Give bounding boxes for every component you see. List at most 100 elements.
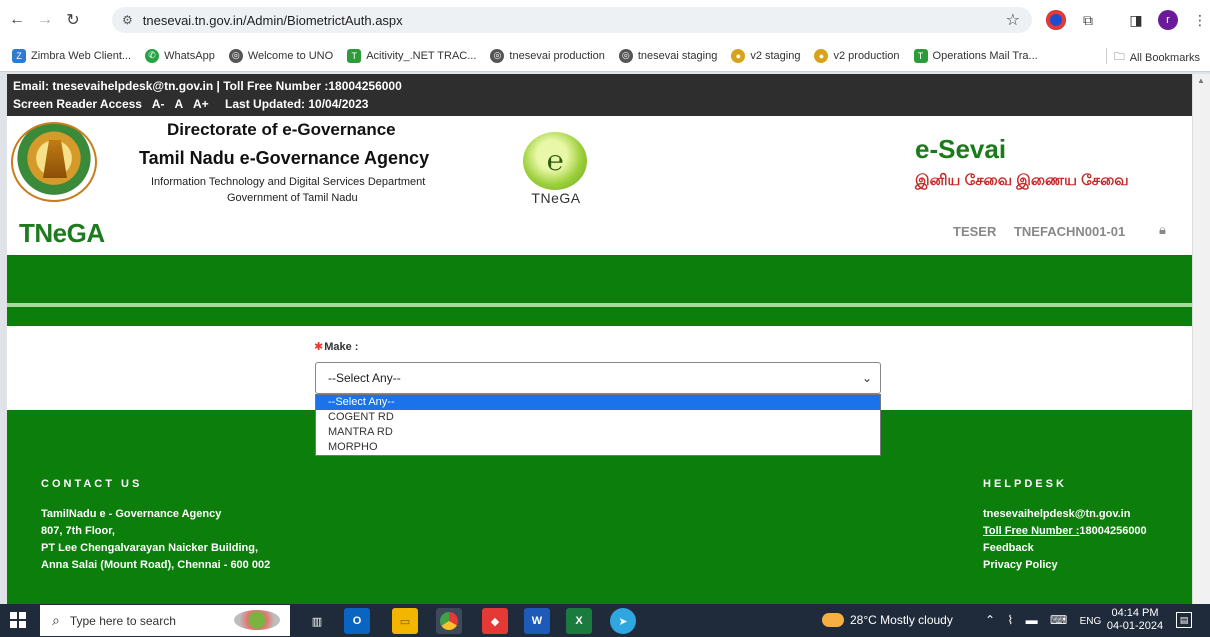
dropdown-option[interactable]: COGENT RD	[316, 410, 880, 425]
task-view-icon[interactable]: ▥	[304, 608, 330, 634]
bookmark-item[interactable]: ✆ WhatsApp	[145, 48, 215, 63]
tamil-tagline: இனிய சேவை இணைய சேவை	[915, 172, 1129, 189]
screen-reader-link[interactable]: Screen Reader Access	[13, 97, 142, 111]
bookmark-item[interactable]: ◎ tnesevai production	[490, 48, 605, 63]
keyboard-icon[interactable]: ⌨	[1050, 613, 1067, 627]
globe-icon: ◎	[618, 48, 633, 63]
dropdown-option[interactable]: MORPHO	[316, 440, 880, 455]
network-icon[interactable]: ⌇	[1007, 613, 1013, 627]
cloud-icon	[822, 613, 844, 627]
dropdown-option[interactable]: MANTRA RD	[316, 425, 880, 440]
make-select[interactable]: --Select Any-- ⌄	[315, 362, 881, 394]
tnega-brand[interactable]: TNeGA	[19, 218, 105, 249]
language-indicator[interactable]: ENG	[1080, 616, 1102, 627]
font-increase-button[interactable]: A+	[193, 97, 209, 111]
weather-text: 28°C Mostly cloudy	[850, 613, 953, 627]
windows-start-icon[interactable]	[10, 612, 26, 628]
bookmark-favicon: T	[913, 48, 928, 63]
scroll-up-arrow-icon[interactable]: ▲	[1197, 76, 1205, 85]
profile-avatar[interactable]: r	[1158, 10, 1178, 30]
bookmark-item[interactable]: ● v2 production	[814, 48, 900, 63]
font-normal-button[interactable]: A	[174, 97, 183, 111]
accessibility-row: Screen Reader Access A- A A+ Last Update…	[13, 95, 1186, 113]
tnega-logo-text: TNeGA	[531, 190, 581, 206]
government-name: Government of Tamil Nadu	[227, 192, 358, 204]
top-info-strip: Email: tnesevaihelpdesk@tn.gov.in | Toll…	[7, 74, 1192, 116]
make-label: ✱Make :	[314, 340, 358, 353]
make-select-value: --Select Any--	[328, 371, 401, 385]
user-name: TESER	[953, 224, 997, 239]
bookmark-item[interactable]: Z Zimbra Web Client...	[12, 48, 132, 63]
site-info-icon[interactable]: ⚙	[122, 13, 133, 27]
toll-free-label: Toll Free Number :	[983, 525, 1080, 537]
bookmark-label: Acitivity_.NET TRAC...	[366, 49, 477, 62]
feedback-link[interactable]: Feedback	[983, 540, 1147, 557]
bookmark-label: v2 production	[833, 49, 900, 62]
make-dropdown-list: --Select Any-- COGENT RD MANTRA RD MORPH…	[315, 394, 881, 456]
reload-icon[interactable]: ↻	[62, 9, 84, 31]
system-tray: ⌃ ⌇ ▬ ⌨ ENG	[985, 613, 1110, 627]
taskbar-search[interactable]: ⌕ Type here to search	[40, 605, 290, 636]
windows-taskbar: ⌕ Type here to search ▥ O ▭ ◆ W X ➤ 28°C…	[0, 604, 1210, 637]
excel-icon[interactable]: X	[566, 608, 592, 634]
side-panel-icon[interactable]: ◨	[1126, 10, 1146, 30]
dropdown-option[interactable]: --Select Any--	[316, 395, 880, 410]
tamil-nadu-emblem-icon	[11, 122, 97, 202]
address-bar[interactable]: ⚙ tnesevai.tn.gov.in/Admin/BiometrictAut…	[112, 7, 1032, 33]
privacy-policy-link[interactable]: Privacy Policy	[983, 557, 1147, 574]
clock-time: 04:14 PM	[1111, 607, 1159, 619]
url-text: tnesevai.tn.gov.in/Admin/BiometrictAuth.…	[142, 12, 403, 28]
taskbar-clock[interactable]: 04:14 PM 04-01-2024	[1106, 607, 1164, 633]
chevron-down-icon: ⌄	[861, 371, 872, 385]
word-icon[interactable]: W	[524, 608, 550, 634]
page-viewport: Email: tnesevaihelpdesk@tn.gov.in | Toll…	[7, 74, 1192, 604]
extensions-puzzle-icon[interactable]: ⧉	[1078, 10, 1098, 30]
chevron-up-icon[interactable]: ⌃	[985, 613, 995, 627]
bookmark-star-icon[interactable]: ☆	[1006, 10, 1020, 30]
helpdesk-email[interactable]: tnesevaihelpdesk@tn.gov.in	[983, 506, 1147, 523]
last-updated: Last Updated: 10/04/2023	[225, 97, 369, 111]
bookmark-item[interactable]: ◎ Welcome to UNO	[228, 48, 334, 63]
globe-icon: ◎	[228, 48, 243, 63]
contact-info-line: Email: tnesevaihelpdesk@tn.gov.in | Toll…	[13, 79, 402, 93]
user-code: TNEFACHN001-01	[1013, 224, 1126, 239]
font-decrease-button[interactable]: A-	[152, 97, 165, 111]
back-arrow-icon[interactable]: ←	[6, 9, 28, 31]
helpdesk-info: tnesevaihelpdesk@tn.gov.in Toll Free Num…	[983, 506, 1147, 574]
search-icon: ⌕	[52, 612, 60, 628]
outlook-icon[interactable]: O	[344, 608, 370, 634]
extension-icon[interactable]	[1046, 10, 1066, 30]
clock-date: 04-01-2024	[1106, 620, 1164, 632]
site-header: Directorate of e-Governance Tamil Nadu e…	[7, 116, 1192, 255]
bookmark-item[interactable]: T Acitivity_.NET TRAC...	[347, 48, 477, 63]
bookmark-item[interactable]: T Operations Mail Tra...	[913, 48, 1038, 63]
esevai-title: e-Sevai	[915, 134, 1007, 164]
bookmark-label: Welcome to UNO	[247, 49, 334, 62]
file-explorer-icon[interactable]: ▭	[392, 608, 418, 634]
bookmark-label: Zimbra Web Client...	[31, 49, 132, 62]
bookmark-item[interactable]: ◎ tnesevai staging	[618, 48, 718, 63]
chrome-icon[interactable]	[436, 608, 462, 634]
bookmark-label: tnesevai staging	[637, 49, 718, 62]
page-scrollbar[interactable]: ▲	[1192, 74, 1210, 604]
bookmark-item[interactable]: ● v2 staging	[731, 48, 801, 63]
notification-icon[interactable]: ▤	[1176, 612, 1192, 628]
bookmark-label: v2 staging	[750, 49, 801, 62]
helpdesk-heading: HELPDESK	[983, 478, 1067, 490]
whatsapp-icon: ✆	[145, 48, 160, 63]
globe-icon: ◎	[490, 48, 505, 63]
bookmark-label: Operations Mail Tra...	[932, 49, 1038, 62]
logout-lock-icon[interactable]: 🔒︎	[1159, 222, 1166, 238]
telegram-icon[interactable]: ➤	[610, 608, 636, 634]
make-label-text: Make :	[324, 341, 359, 353]
bookmark-label: WhatsApp	[164, 49, 215, 62]
kebab-menu-icon[interactable]: ⋮	[1190, 10, 1210, 30]
weather-widget[interactable]: 28°C Mostly cloudy	[822, 613, 953, 627]
anydesk-icon[interactable]: ◆	[482, 608, 508, 634]
bookmark-label: tnesevai production	[509, 49, 605, 62]
battery-icon[interactable]: ▬	[1026, 613, 1038, 627]
folder-icon: 🗀	[1113, 51, 1125, 63]
forward-arrow-icon[interactable]: →	[34, 9, 56, 31]
agency-title: Tamil Nadu e-Governance Agency	[139, 148, 430, 168]
all-bookmarks-button[interactable]: 🗀 All Bookmarks	[1114, 48, 1200, 67]
